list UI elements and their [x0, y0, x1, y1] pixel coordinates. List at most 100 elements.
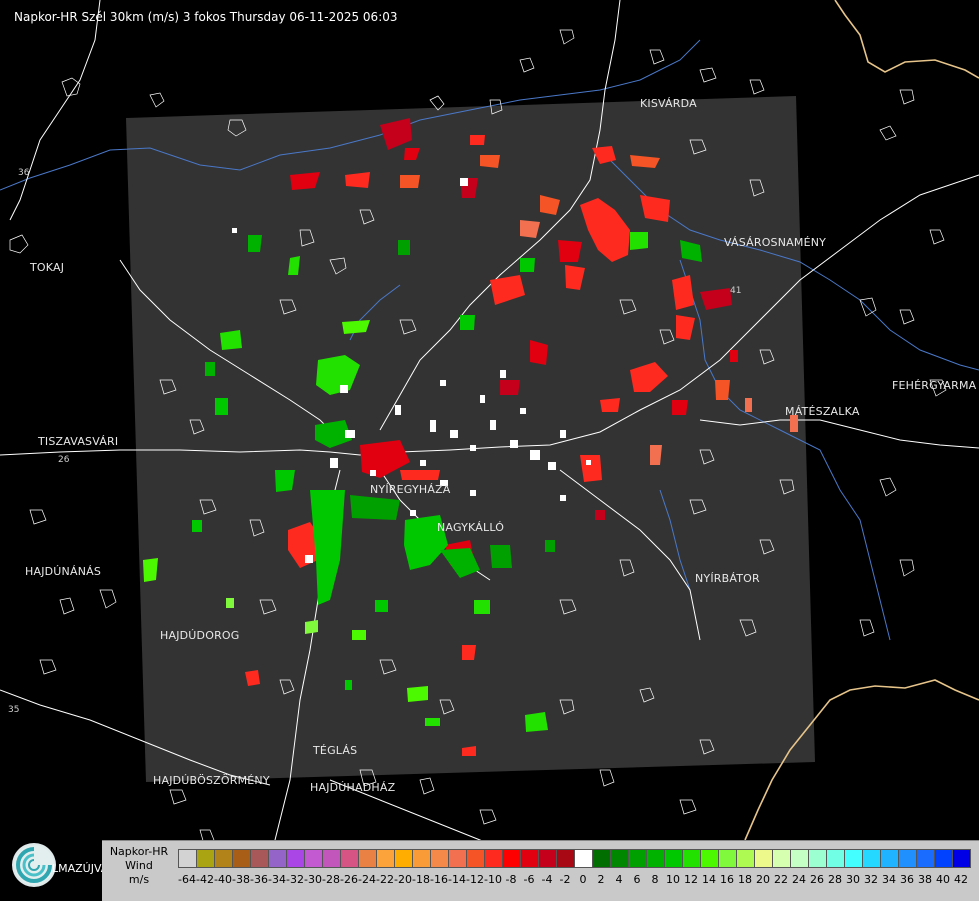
- color-legend: Napkor-HR Wind m/s -64 -42 -40 -38 -36 -34 -32…: [102, 840, 979, 901]
- legend-tick-label: 8: [651, 873, 659, 886]
- legend-tick-label: -20: [394, 873, 412, 886]
- legend-swatch: [736, 849, 755, 868]
- map-title: Napkor-HR Szél 30km (m/s) 3 fokos Thursd…: [14, 10, 398, 24]
- legend-swatch: [268, 849, 287, 868]
- legend-tick-label: -16: [430, 873, 448, 886]
- legend-swatch: [574, 849, 593, 868]
- legend-tick-label: 18: [738, 873, 752, 886]
- legend-swatch: [556, 849, 575, 868]
- legend-tick-label: 32: [864, 873, 878, 886]
- legend-tick-label: -6: [523, 873, 535, 886]
- legend-tick-label: 24: [792, 873, 806, 886]
- legend-tick-label: 2: [597, 873, 605, 886]
- legend-tick-label: -36: [250, 873, 268, 886]
- legend-tick-label: 22: [774, 873, 788, 886]
- weather-service-logo: [12, 843, 56, 887]
- legend-ticks: -64 -42 -40 -38 -36 -34 -32 -30 -28 -26 -24 -22 -20-…: [178, 873, 970, 886]
- legend-swatch: [340, 849, 359, 868]
- legend-tick-label: 36: [900, 873, 914, 886]
- legend-tick-label: 28: [828, 873, 842, 886]
- legend-swatch: [808, 849, 827, 868]
- legend-tick-label: 4: [615, 873, 623, 886]
- legend-swatch: [682, 849, 701, 868]
- legend-swatch: [754, 849, 773, 868]
- road-label: 35: [8, 705, 19, 715]
- legend-swatch: [646, 849, 665, 868]
- legend-tick-label: 34: [882, 873, 896, 886]
- legend-tick-label: 40: [936, 873, 950, 886]
- city-label-fehergyarmat: FEHÉRGYARMA: [892, 379, 977, 392]
- legend-tick-label: 0: [579, 873, 587, 886]
- legend-tick-label: -2: [559, 873, 571, 886]
- legend-swatch: [520, 849, 539, 868]
- legend-swatch: [502, 849, 521, 868]
- legend-tick-label: -18: [412, 873, 430, 886]
- radar-coverage-area: [126, 96, 815, 782]
- city-label-tiszavasvari: TISZAVASVÁRI: [38, 435, 119, 448]
- legend-tick-label: 6: [633, 873, 641, 886]
- legend-tick-label: -14: [448, 873, 466, 886]
- legend-swatch: [538, 849, 557, 868]
- legend-swatch: [376, 849, 395, 868]
- legend-swatch: [718, 849, 737, 868]
- legend-tick-label: 14: [702, 873, 716, 886]
- legend-swatch: [916, 849, 935, 868]
- legend-swatch: [214, 849, 233, 868]
- legend-swatch: [700, 849, 719, 868]
- legend-swatch: [880, 849, 899, 868]
- legend-swatch: [934, 849, 953, 868]
- legend-tick-label: 42: [954, 873, 968, 886]
- legend-tick-label: -34: [268, 873, 286, 886]
- city-label-nyirbator: NYÍRBÁTOR: [695, 572, 760, 585]
- legend-tick-label: -24: [358, 873, 376, 886]
- legend-tick-label: 12: [684, 873, 698, 886]
- legend-swatch: [664, 849, 683, 868]
- city-label-hajdunanas: HAJDÚNÁNÁS: [25, 565, 102, 578]
- city-label-nagykallo: NAGYKÁLLÓ: [437, 521, 505, 534]
- city-label-teglas: TÉGLÁS: [313, 744, 358, 757]
- road-label: 36: [18, 168, 30, 178]
- legend-unit: m/s: [128, 873, 150, 886]
- legend-tick-label: -32: [286, 873, 304, 886]
- legend-tick-label: -40: [214, 873, 232, 886]
- legend-tick-label: -26: [340, 873, 358, 886]
- road-label: 26: [58, 455, 70, 465]
- legend-swatch: [628, 849, 647, 868]
- legend-tick-label: -8: [505, 873, 517, 886]
- legend-swatch: [772, 849, 791, 868]
- legend-swatch: [430, 849, 449, 868]
- legend-swatch: [322, 849, 341, 868]
- legend-swatch: [826, 849, 845, 868]
- legend-tick-label: -10: [484, 873, 502, 886]
- legend-swatch: [862, 849, 881, 868]
- legend-tick-label: 30: [846, 873, 860, 886]
- legend-tick-label: -30: [304, 873, 322, 886]
- legend-swatch: [358, 849, 377, 868]
- legend-tick-label: -64: [178, 873, 196, 886]
- legend-swatch: [196, 849, 215, 868]
- legend-swatch: [592, 849, 611, 868]
- legend-swatch: [898, 849, 917, 868]
- legend-swatch: [412, 849, 431, 868]
- city-label-kisvarda: KISVÁRDA: [640, 97, 697, 110]
- legend-swatch: [286, 849, 305, 868]
- legend-swatch: [844, 849, 863, 868]
- legend-tick-label: -22: [376, 873, 394, 886]
- legend-swatch: [790, 849, 809, 868]
- legend-tick-label: -12: [466, 873, 484, 886]
- legend-tick-label: -4: [541, 873, 553, 886]
- legend-swatch: [304, 849, 323, 868]
- road-label: 41: [730, 286, 741, 296]
- legend-swatch: [250, 849, 269, 868]
- legend-title-line2: Wind: [125, 859, 153, 872]
- legend-swatch: [232, 849, 251, 868]
- legend-swatch: [610, 849, 629, 868]
- legend-tick-label: 26: [810, 873, 824, 886]
- legend-tick-label: -42: [196, 873, 214, 886]
- legend-swatch: [178, 849, 197, 868]
- legend-tick-label: 10: [666, 873, 680, 886]
- city-label-mateszalka: MÁTÉSZALKA: [785, 405, 860, 418]
- city-label-hajdudorog: HAJDÚDOROG: [160, 629, 240, 642]
- city-label-nyiregyhaza: NYÍREGYHÁZA: [370, 483, 451, 496]
- legend-tick-label: -38: [232, 873, 250, 886]
